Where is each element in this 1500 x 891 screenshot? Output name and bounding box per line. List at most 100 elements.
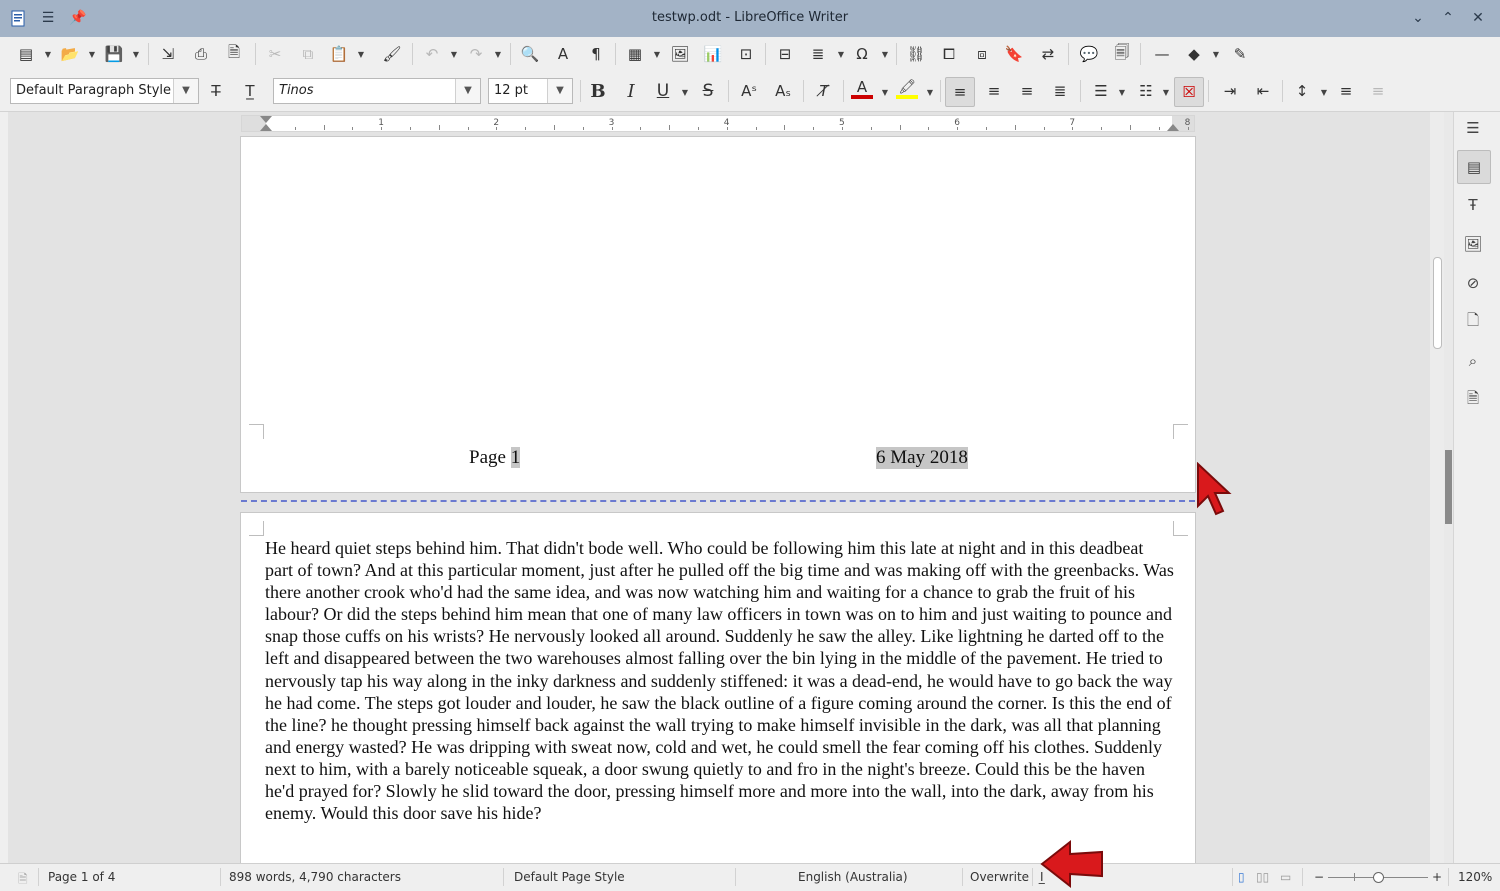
increase-indent-icon[interactable]: ⇥ <box>1218 79 1242 103</box>
copy-icon[interactable]: ⧉ <box>296 42 320 66</box>
horizontal-ruler[interactable]: 1 2 3 4 5 6 7 8 <box>241 115 1195 132</box>
redo-icon[interactable]: ↷ <box>464 42 488 66</box>
language[interactable]: English (Australia) <box>798 870 908 884</box>
font-size-combo[interactable]: 12 pt ▼ <box>488 78 573 104</box>
save-dropdown-arrow[interactable]: ▼ <box>132 50 140 59</box>
insert-mode[interactable]: Overwrite <box>970 870 1029 884</box>
document-modified-icon[interactable]: 🗎 <box>18 870 28 891</box>
page-2[interactable]: He heard quiet steps behind him. That di… <box>240 512 1196 863</box>
sidebar-menu-icon[interactable]: ☰ <box>1457 112 1489 144</box>
special-char-dropdown-arrow[interactable]: ▼ <box>881 50 889 59</box>
chevron-down-icon[interactable]: ▼ <box>547 79 572 103</box>
page-icon[interactable]: 🗋 <box>1457 306 1489 338</box>
close-button[interactable]: ✕ <box>1470 9 1486 27</box>
open-dropdown-arrow[interactable]: ▼ <box>88 50 96 59</box>
word-count[interactable]: 898 words, 4,790 characters <box>229 870 401 884</box>
insert-text-box-icon[interactable]: ⊡ <box>734 42 758 66</box>
page-break-icon[interactable]: ⊟ <box>773 42 797 66</box>
multi-page-view-icon[interactable]: ▯▯ <box>1256 870 1269 884</box>
paragraph-spacing-icon[interactable]: ≡ <box>1334 79 1358 103</box>
insert-chart-icon[interactable]: 📊 <box>701 42 725 66</box>
insert-field-icon[interactable]: ≣ <box>806 42 830 66</box>
basic-shapes-icon[interactable]: ◆ <box>1182 42 1206 66</box>
bullet-dropdown-arrow[interactable]: ▼ <box>1118 88 1126 97</box>
underline-icon[interactable]: U <box>651 79 675 103</box>
line-spacing-icon[interactable]: ↕ <box>1290 79 1314 103</box>
undo-icon[interactable]: ↶ <box>420 42 444 66</box>
endnote-icon[interactable]: ⧈ <box>970 42 994 66</box>
font-color-icon[interactable]: A <box>850 77 874 101</box>
table-dropdown-arrow[interactable]: ▼ <box>653 50 661 59</box>
underline-dropdown-arrow[interactable]: ▼ <box>681 88 689 97</box>
comment-icon[interactable]: 💬 <box>1077 42 1101 66</box>
footer-page-field[interactable]: Page 1 <box>469 447 521 469</box>
page-style[interactable]: Default Page Style <box>514 870 625 884</box>
redo-dropdown-arrow[interactable]: ▼ <box>494 50 502 59</box>
hyperlink-icon[interactable]: ⛓ <box>904 42 928 66</box>
find-replace-icon[interactable]: 🔍 <box>518 42 542 66</box>
new-style-icon[interactable]: T̲ <box>238 79 262 103</box>
style-inspector-icon[interactable]: ⌕ <box>1457 345 1489 377</box>
special-character-icon[interactable]: Ω <box>850 42 874 66</box>
navigator-icon[interactable]: ⊘ <box>1457 267 1489 299</box>
superscript-icon[interactable]: Aˢ <box>737 79 761 103</box>
maximize-button[interactable]: ⌃ <box>1440 9 1456 27</box>
line-spacing-dropdown-arrow[interactable]: ▼ <box>1320 88 1328 97</box>
print-icon[interactable]: ⎙ <box>189 42 213 66</box>
properties-icon[interactable]: ▤ <box>1457 150 1491 184</box>
draw-functions-icon[interactable]: ✎ <box>1228 42 1252 66</box>
page-count[interactable]: Page 1 of 4 <box>48 870 115 884</box>
page-1[interactable]: Page 1 6 May 2018 <box>240 136 1196 493</box>
italic-icon[interactable]: I <box>619 79 643 103</box>
save-icon[interactable]: 💾 <box>102 42 126 66</box>
track-changes-icon[interactable]: 🗐 <box>1110 42 1134 66</box>
zoom-out-button[interactable]: − <box>1314 870 1324 884</box>
open-folder-icon[interactable]: 📂 <box>58 42 82 66</box>
field-dropdown-arrow[interactable]: ▼ <box>837 50 845 59</box>
scrollbar-thumb[interactable] <box>1433 257 1442 349</box>
paste-dropdown-arrow[interactable]: ▼ <box>357 50 365 59</box>
decrease-spacing-icon[interactable]: ≡ <box>1366 79 1390 103</box>
page-number-field[interactable]: 1 <box>510 447 521 468</box>
align-center-icon[interactable]: ≡ <box>982 79 1006 103</box>
bold-icon[interactable]: B <box>586 79 610 103</box>
right-indent-marker[interactable] <box>1167 124 1179 131</box>
new-dropdown-arrow[interactable]: ▼ <box>44 50 52 59</box>
footnote-icon[interactable]: ⧠ <box>937 42 961 66</box>
paste-icon[interactable]: 📋 <box>327 42 351 66</box>
numbered-dropdown-arrow[interactable]: ▼ <box>1162 88 1170 97</box>
no-list-icon[interactable]: ☒ <box>1174 77 1204 107</box>
chevron-down-icon[interactable]: ▼ <box>173 79 198 103</box>
justify-icon[interactable]: ≣ <box>1048 79 1072 103</box>
gallery-icon[interactable]: 🖼 <box>1457 228 1489 260</box>
zoom-level[interactable]: 120% <box>1458 870 1492 884</box>
shapes-dropdown-arrow[interactable]: ▼ <box>1212 50 1220 59</box>
strikethrough-icon[interactable]: S <box>696 79 720 103</box>
minimize-button[interactable]: ⌄ <box>1410 9 1426 27</box>
body-paragraph[interactable]: He heard quiet steps behind him. That di… <box>265 537 1175 824</box>
numbered-list-icon[interactable]: ☷ <box>1134 79 1158 103</box>
paragraph-style-combo[interactable]: Default Paragraph Style ▼ <box>10 78 199 104</box>
vertical-scrollbar[interactable] <box>1430 112 1444 863</box>
decrease-indent-icon[interactable]: ⇤ <box>1251 79 1275 103</box>
first-line-indent-marker[interactable] <box>260 116 272 123</box>
insert-image-icon[interactable]: 🖼 <box>668 42 692 66</box>
align-right-icon[interactable]: ≡ <box>1015 79 1039 103</box>
chevron-down-icon[interactable]: ▼ <box>455 79 480 103</box>
bullet-list-icon[interactable]: ☰ <box>1089 79 1113 103</box>
book-view-icon[interactable]: ▭ <box>1280 870 1291 884</box>
sidebar-collapse-handle[interactable] <box>1444 112 1453 863</box>
new-document-icon[interactable]: ▤ <box>14 42 38 66</box>
subscript-icon[interactable]: Aₛ <box>771 79 795 103</box>
spelling-icon[interactable]: A <box>551 42 575 66</box>
highlight-dropdown-arrow[interactable]: ▼ <box>926 88 934 97</box>
clear-formatting-icon[interactable]: T̸ <box>812 79 836 103</box>
footer-date-field[interactable]: 6 May 2018 <box>876 447 968 469</box>
bookmark-icon[interactable]: 🔖 <box>1002 42 1026 66</box>
sidebar-grip[interactable] <box>1445 450 1452 524</box>
print-preview-icon[interactable]: 🗎 <box>222 42 246 66</box>
manage-changes-icon[interactable]: 🗎 <box>1457 384 1489 416</box>
document-canvas[interactable]: 1 2 3 4 5 6 7 8 Page 1 6 May 2018 He heard quie… <box>8 112 1430 863</box>
cross-reference-icon[interactable]: ⇄ <box>1036 42 1060 66</box>
export-pdf-icon[interactable]: ⇲ <box>156 42 180 66</box>
